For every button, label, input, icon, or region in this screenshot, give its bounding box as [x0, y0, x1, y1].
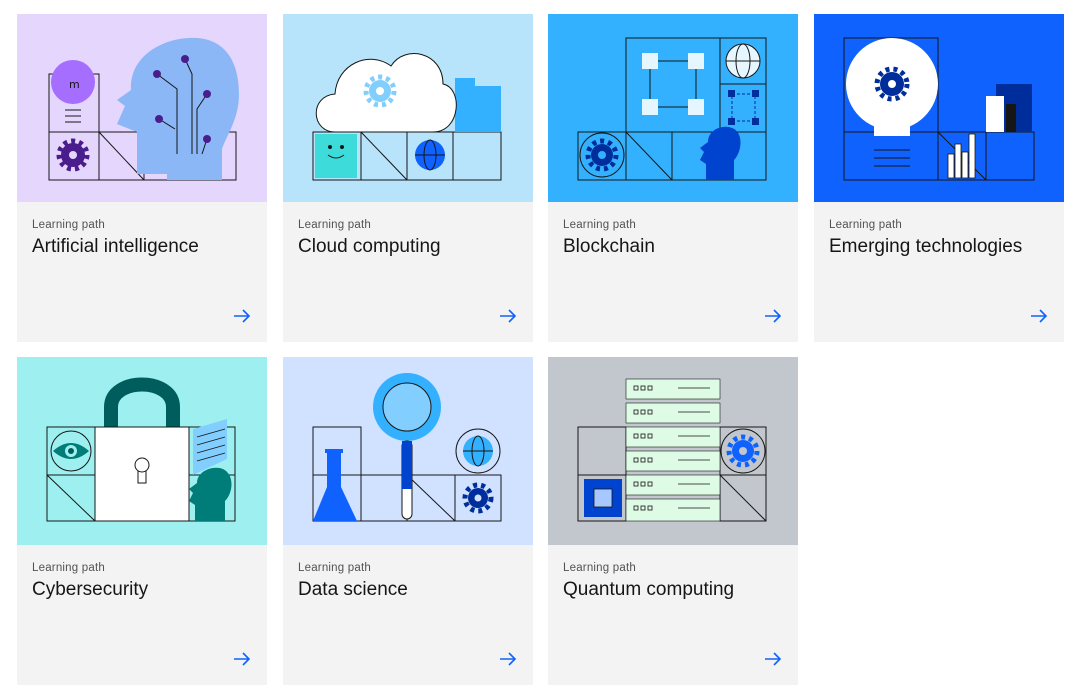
- magnifier-flask-illustration: [283, 357, 533, 545]
- card-kicker: Learning path: [32, 562, 105, 574]
- arrow-right-icon[interactable]: [232, 307, 252, 325]
- card-artificial-intelligence[interactable]: m Learning path Artificial intelligence: [17, 14, 267, 342]
- lightbulb-illustration: [814, 14, 1064, 202]
- blockchain-illustration: [548, 14, 798, 202]
- arrow-right-icon[interactable]: [1029, 307, 1049, 325]
- arrow-right-icon[interactable]: [763, 650, 783, 668]
- svg-text:m: m: [69, 78, 80, 91]
- arrow-right-icon[interactable]: [498, 650, 518, 668]
- card-blockchain[interactable]: Learning path Blockchain: [548, 14, 798, 342]
- card-cloud-computing[interactable]: Learning path Cloud computing: [283, 14, 533, 342]
- card-kicker: Learning path: [829, 219, 902, 231]
- card-title: Data science: [298, 579, 408, 600]
- padlock-illustration: [17, 357, 267, 545]
- card-title: Quantum computing: [563, 579, 735, 600]
- card-kicker: Learning path: [563, 219, 636, 231]
- card-emerging-technologies[interactable]: Learning path Emerging technologies: [814, 14, 1064, 342]
- server-chip-illustration: [548, 357, 798, 545]
- card-kicker: Learning path: [298, 562, 371, 574]
- arrow-right-icon[interactable]: [763, 307, 783, 325]
- card-quantum-computing[interactable]: Learning path Quantum computing: [548, 357, 798, 685]
- card-title: Cybersecurity: [32, 579, 149, 600]
- card-title: Emerging technologies: [829, 236, 1023, 257]
- card-cybersecurity[interactable]: Learning path Cybersecurity: [17, 357, 267, 685]
- ai-head-illustration: m: [17, 14, 267, 202]
- arrow-right-icon[interactable]: [498, 307, 518, 325]
- card-title: Cloud computing: [298, 236, 441, 257]
- cloud-illustration: [283, 14, 533, 202]
- card-data-science[interactable]: Learning path Data science: [283, 357, 533, 685]
- card-kicker: Learning path: [32, 219, 105, 231]
- card-title: Blockchain: [563, 236, 655, 257]
- card-kicker: Learning path: [298, 219, 371, 231]
- card-title: Artificial intelligence: [32, 236, 199, 257]
- card-kicker: Learning path: [563, 562, 636, 574]
- arrow-right-icon[interactable]: [232, 650, 252, 668]
